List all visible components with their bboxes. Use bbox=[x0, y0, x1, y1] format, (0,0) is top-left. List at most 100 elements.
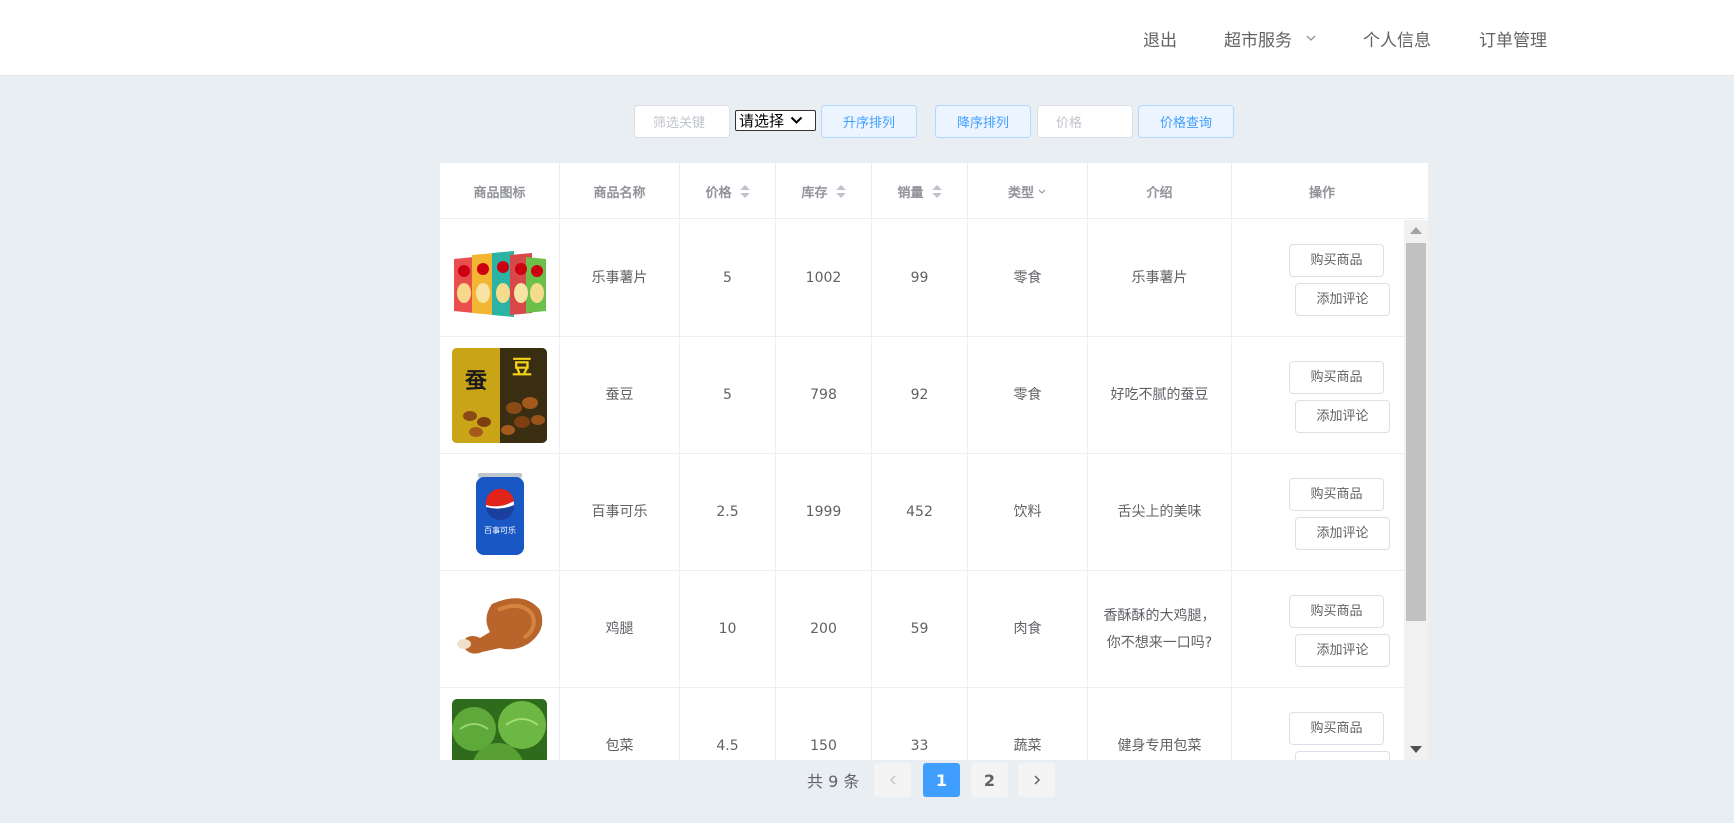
action-group: 购买商品 添加评论 bbox=[1246, 688, 1390, 760]
cell-icon: 蚕 豆 bbox=[440, 337, 560, 454]
header-sales-label: 销量 bbox=[897, 185, 924, 201]
header-stock[interactable]: 库存 bbox=[776, 163, 872, 219]
chicken-leg-image bbox=[452, 582, 547, 677]
header-name-label: 商品名称 bbox=[593, 185, 646, 201]
product-price: 5 bbox=[723, 387, 732, 403]
buy-button[interactable]: 购买商品 bbox=[1289, 361, 1384, 394]
sort-asc-button[interactable]: 升序排列 bbox=[821, 105, 917, 138]
nav-logout-label: 退出 bbox=[1143, 30, 1177, 51]
product-name: 乐事薯片 bbox=[591, 270, 648, 286]
header-icon: 商品图标 bbox=[440, 163, 560, 219]
scroll-up-arrow-icon[interactable] bbox=[1410, 227, 1422, 234]
header-sales[interactable]: 销量 bbox=[872, 163, 968, 219]
sort-desc-button[interactable]: 降序排列 bbox=[935, 105, 1031, 138]
buy-button[interactable]: 购买商品 bbox=[1289, 595, 1384, 628]
header-type[interactable]: 类型 bbox=[968, 163, 1088, 219]
action-group: 购买商品 添加评论 bbox=[1246, 571, 1390, 688]
nav-orders-label: 订单管理 bbox=[1479, 30, 1547, 51]
cell-stock: 1002 bbox=[776, 220, 872, 337]
buy-button[interactable]: 购买商品 bbox=[1289, 244, 1384, 277]
sort-caret-icon[interactable] bbox=[931, 184, 942, 198]
cell-sales: 33 bbox=[872, 688, 968, 760]
nav-market-service-label: 超市服务 bbox=[1224, 30, 1292, 51]
product-table: 商品图标 商品名称 价格 库存 销量 类型 介绍 操作 乐事薯片 5 1002 … bbox=[440, 163, 1428, 760]
add-comment-label: 添加评论 bbox=[1316, 754, 1368, 760]
sort-caret-icon[interactable] bbox=[835, 184, 846, 198]
cell-intro: 香酥酥的大鸡腿， 你不想来一口吗? bbox=[1088, 571, 1232, 688]
page-button-2[interactable]: 2 bbox=[971, 763, 1008, 797]
scroll-down-arrow-icon[interactable] bbox=[1410, 746, 1422, 753]
action-group: 购买商品 添加评论 bbox=[1246, 454, 1390, 571]
product-intro: 舌尖上的美味 bbox=[1117, 504, 1202, 520]
product-price: 4.5 bbox=[716, 738, 739, 754]
product-name: 蚕豆 bbox=[605, 387, 634, 403]
price-input-placeholder: 价格 bbox=[1056, 116, 1083, 131]
broad-bean-image: 蚕 豆 bbox=[452, 348, 547, 443]
add-comment-button[interactable]: 添加评论 bbox=[1295, 634, 1390, 667]
svg-text:豆: 豆 bbox=[512, 355, 532, 379]
header-intro-label: 介绍 bbox=[1146, 185, 1173, 201]
cell-sales: 92 bbox=[872, 337, 968, 454]
keyword-filter-input[interactable]: 筛选关键 bbox=[634, 105, 730, 138]
product-name: 包菜 bbox=[605, 738, 634, 754]
add-comment-button[interactable]: 添加评论 bbox=[1295, 517, 1390, 550]
cell-name: 乐事薯片 bbox=[560, 220, 680, 337]
cell-price: 5 bbox=[680, 220, 776, 337]
action-group: 购买商品 添加评论 bbox=[1246, 337, 1390, 454]
product-intro: 健身专用包菜 bbox=[1117, 738, 1202, 754]
add-comment-button[interactable]: 添加评论 bbox=[1295, 751, 1390, 760]
cell-stock: 150 bbox=[776, 688, 872, 760]
cell-sales: 452 bbox=[872, 454, 968, 571]
pagination-total-text: 共 9 条 bbox=[807, 772, 860, 791]
header-price[interactable]: 价格 bbox=[680, 163, 776, 219]
sort-asc-label: 升序排列 bbox=[842, 116, 895, 131]
product-type: 饮料 bbox=[1013, 504, 1042, 520]
nav-market-service[interactable]: 超市服务 bbox=[1224, 0, 1318, 76]
page-number: 2 bbox=[983, 770, 996, 790]
header-actions-label: 操作 bbox=[1308, 185, 1335, 201]
price-query-label: 价格查询 bbox=[1159, 116, 1212, 131]
buy-button-label: 购买商品 bbox=[1310, 487, 1363, 502]
add-comment-button[interactable]: 添加评论 bbox=[1295, 400, 1390, 433]
table-scrollbar[interactable] bbox=[1404, 220, 1428, 760]
cabbage-image bbox=[452, 699, 547, 760]
product-price: 10 bbox=[718, 621, 737, 637]
add-comment-button[interactable]: 添加评论 bbox=[1295, 283, 1390, 316]
cell-actions: 购买商品 添加评论 bbox=[1232, 454, 1404, 571]
nav-profile-label: 个人信息 bbox=[1363, 30, 1431, 51]
cell-icon: 百事可乐 bbox=[440, 454, 560, 571]
buy-button[interactable]: 购买商品 bbox=[1289, 478, 1384, 511]
sort-caret-icon[interactable] bbox=[739, 184, 750, 198]
product-stock: 1002 bbox=[805, 270, 842, 286]
chevron-right-icon bbox=[1033, 775, 1040, 785]
scrollbar-thumb[interactable] bbox=[1406, 243, 1426, 621]
cell-stock: 1999 bbox=[776, 454, 872, 571]
page-button-1[interactable]: 1 bbox=[923, 763, 960, 797]
header-actions: 操作 bbox=[1232, 163, 1412, 219]
top-navbar: 退出 超市服务 个人信息 订单管理 bbox=[0, 0, 1734, 76]
cell-icon bbox=[440, 571, 560, 688]
chevron-left-icon bbox=[889, 775, 896, 785]
product-price: 2.5 bbox=[716, 504, 739, 520]
product-type: 蔬菜 bbox=[1013, 738, 1042, 754]
category-select[interactable]: 请选择 bbox=[735, 110, 816, 131]
product-type: 零食 bbox=[1013, 270, 1042, 286]
cell-intro: 好吃不腻的蚕豆 bbox=[1088, 337, 1232, 454]
price-input[interactable]: 价格 bbox=[1037, 105, 1133, 138]
add-comment-label: 添加评论 bbox=[1316, 409, 1369, 424]
buy-button[interactable]: 购买商品 bbox=[1289, 712, 1384, 745]
product-name: 鸡腿 bbox=[605, 621, 634, 637]
price-query-button[interactable]: 价格查询 bbox=[1138, 105, 1234, 138]
next-page-button[interactable] bbox=[1018, 763, 1055, 797]
filter-chevron-icon[interactable] bbox=[1037, 186, 1047, 196]
cell-type: 零食 bbox=[968, 220, 1088, 337]
cell-type: 蔬菜 bbox=[968, 688, 1088, 760]
add-comment-label: 添加评论 bbox=[1316, 526, 1369, 541]
nav-orders[interactable]: 订单管理 bbox=[1479, 0, 1547, 76]
nav-profile[interactable]: 个人信息 bbox=[1363, 0, 1431, 76]
nav-logout[interactable]: 退出 bbox=[1143, 0, 1177, 76]
cell-intro: 健身专用包菜 bbox=[1088, 688, 1232, 760]
table-row: 乐事薯片 5 1002 99 零食 乐事薯片 购买商品 添加评论 bbox=[440, 220, 1404, 337]
cell-stock: 200 bbox=[776, 571, 872, 688]
prev-page-button[interactable] bbox=[874, 763, 911, 797]
